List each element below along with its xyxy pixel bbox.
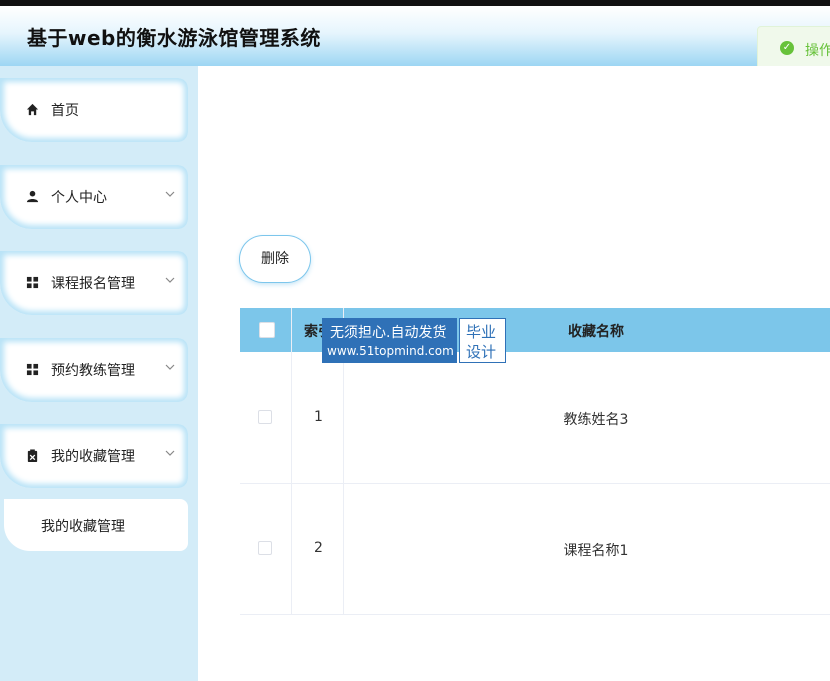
app-title: 基于web的衡水游泳馆管理系统: [27, 26, 321, 50]
table-row[interactable]: 1 教练姓名3: [240, 352, 830, 484]
watermark-line1: 无须担心.自动发货: [330, 325, 447, 341]
row-name: 教练姓名3: [563, 412, 629, 428]
check-circle-icon: ✓: [780, 41, 794, 55]
home-icon: [26, 103, 39, 116]
chevron-down-icon: [165, 364, 175, 370]
column-header-name: 收藏名称: [568, 324, 624, 340]
chevron-down-icon: [165, 450, 175, 456]
sidebar: 首页 个人中心 课程报名管理 预约教练管理 我的收藏管理: [0, 66, 198, 681]
row-index: 1: [314, 409, 323, 425]
clipboard-icon: [27, 449, 38, 462]
grid-icon: [26, 276, 39, 289]
watermark-left: 无须担心.自动发货 www.51topmind.com: [322, 318, 457, 363]
watermark-right-line2: 设计: [466, 343, 497, 361]
sidebar-subitem-label: 我的收藏管理: [41, 519, 125, 535]
sidebar-item-favorites[interactable]: 我的收藏管理: [0, 424, 188, 488]
sidebar-item-label: 预约教练管理: [51, 363, 135, 379]
toast-message: 操作: [805, 43, 830, 59]
sidebar-item-profile[interactable]: 个人中心: [0, 165, 188, 229]
sidebar-item-coach-booking[interactable]: 预约教练管理: [0, 338, 188, 402]
sidebar-item-home[interactable]: 首页: [0, 78, 188, 142]
delete-button[interactable]: 删除: [240, 236, 310, 282]
sidebar-item-label: 我的收藏管理: [51, 449, 135, 465]
sidebar-item-label: 首页: [51, 103, 79, 119]
sidebar-item-course-signup[interactable]: 课程报名管理: [0, 251, 188, 315]
sidebar-item-label: 课程报名管理: [51, 276, 135, 292]
sidebar-subitem-favorites[interactable]: 我的收藏管理: [4, 499, 188, 551]
row-name: 课程名称1: [563, 543, 629, 559]
row-checkbox[interactable]: [258, 541, 272, 555]
user-icon: [26, 190, 39, 203]
row-checkbox[interactable]: [258, 410, 272, 424]
grid-icon: [26, 363, 39, 376]
watermark-right: 毕业 设计: [459, 318, 506, 363]
chevron-down-icon: [165, 191, 175, 197]
app-header: 基于web的衡水游泳馆管理系统: [0, 6, 830, 66]
watermark-badge: 无须担心.自动发货 www.51topmind.com 毕业 设计: [322, 318, 506, 363]
table-row[interactable]: 2 课程名称1: [240, 483, 830, 615]
sidebar-item-label: 个人中心: [51, 190, 107, 206]
chevron-down-icon: [165, 277, 175, 283]
row-index: 2: [314, 540, 323, 556]
watermark-right-line1: 毕业: [466, 323, 497, 341]
watermark-line2: www.51topmind.com: [327, 344, 454, 358]
select-all-checkbox[interactable]: [259, 322, 275, 338]
